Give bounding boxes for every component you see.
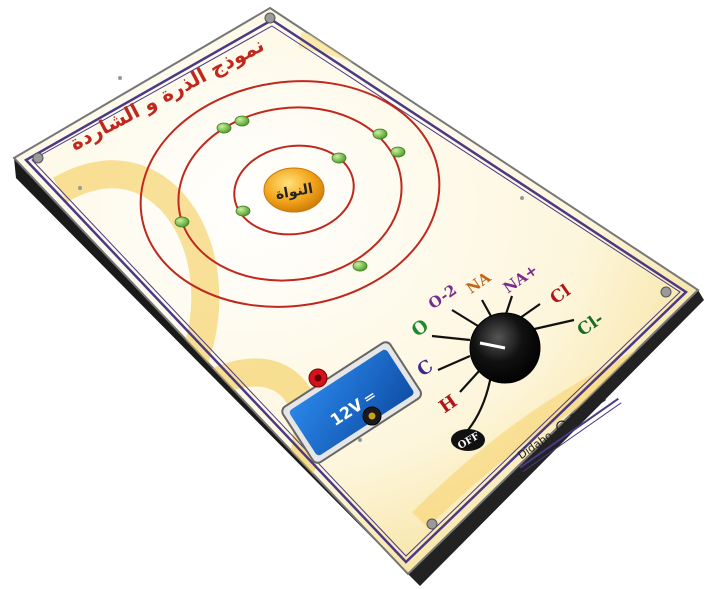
electron [331, 152, 347, 164]
screw-icon [426, 518, 438, 530]
electron [216, 122, 232, 134]
screw-icon [78, 186, 82, 190]
screw-icon [32, 152, 44, 164]
electron [352, 260, 368, 272]
screw-icon [358, 438, 362, 442]
electron [174, 216, 190, 228]
screw-icon [660, 286, 672, 298]
terminal-positive-hole [314, 374, 322, 382]
atom-model-board-scene: نموذج الذرة و الشاردة النواة 12V ═ OFF H… [12, 6, 704, 586]
terminal-negative-hole [368, 412, 376, 420]
electron [390, 146, 406, 158]
screw-icon [520, 196, 524, 200]
electron [235, 205, 251, 217]
selector-knob[interactable] [469, 312, 541, 384]
screw-icon [118, 76, 122, 80]
electron [372, 128, 388, 140]
screw-icon [264, 12, 276, 24]
electron [234, 115, 250, 127]
